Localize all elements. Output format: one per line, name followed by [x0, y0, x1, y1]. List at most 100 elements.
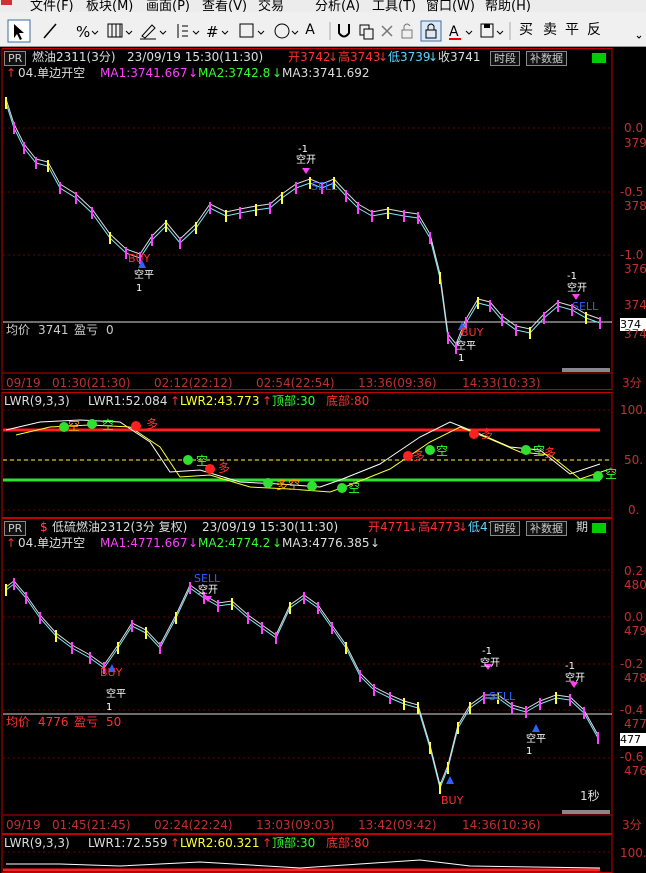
- panel1-low: 低3739: [388, 50, 431, 64]
- lwr1-frame: [1, 392, 613, 518]
- color-icon[interactable]: A: [449, 24, 473, 40]
- p1-time-label: 02:12(22:12): [154, 376, 233, 390]
- cover-marker: [446, 776, 454, 784]
- panel1-supplement-button[interactable]: 补数据: [526, 51, 567, 66]
- ma-line: [5, 98, 601, 345]
- menu-file[interactable]: 文件(F): [30, 0, 74, 12]
- panel2-countdown: 1秒: [580, 789, 600, 803]
- grid-icon[interactable]: [107, 23, 133, 38]
- hash-icon[interactable]: #: [206, 23, 229, 41]
- percent-icon[interactable]: %: [76, 23, 99, 41]
- magnet-icon[interactable]: [338, 24, 350, 38]
- low-sulfur-fuel-oil-price-chart[interactable]: [0, 518, 646, 834]
- toolbar-overflow-icon[interactable]: [636, 35, 642, 39]
- p1-axis-label: 374: [624, 327, 646, 341]
- lwr-signal-dot: [403, 451, 413, 461]
- p2-axis-label: -0.2: [620, 657, 644, 671]
- p2-time-label: 13:42(09:42): [358, 818, 437, 832]
- rect-icon[interactable]: [239, 23, 265, 38]
- reverse-button[interactable]: 反: [586, 20, 602, 40]
- panel2-open: 开4771: [368, 520, 411, 534]
- p2-time-label: 13:03(09:03): [256, 818, 335, 832]
- pointer-icon[interactable]: [7, 19, 31, 43]
- panel1-pr-button[interactable]: PR: [4, 51, 27, 66]
- menu-help[interactable]: 帮助(H): [485, 0, 531, 12]
- p2-time-label: 09/19: [6, 818, 41, 832]
- save-icon[interactable]: [480, 23, 504, 38]
- signal-short-open-label: 空开: [480, 658, 500, 669]
- signal-sell-label: SELL: [311, 180, 338, 193]
- panel2-pr-button[interactable]: PR: [4, 521, 27, 536]
- signal-buy-label: BUY: [128, 252, 151, 265]
- text-tool-button[interactable]: A: [300, 20, 320, 40]
- menu-window[interactable]: 窗口(W): [426, 0, 475, 12]
- panel1-title: 燃油2311(3分): [32, 50, 116, 64]
- panel2-ma3: MA3:4776.385: [282, 536, 370, 550]
- signal-cover-label: 空平: [106, 689, 126, 700]
- lwr-dot-label: 多: [146, 417, 159, 431]
- menu-sector[interactable]: 板块(M): [86, 0, 133, 12]
- delete-icon[interactable]: [381, 25, 393, 37]
- panel1-period-button[interactable]: 时段: [490, 51, 520, 66]
- pen-icon[interactable]: [140, 24, 167, 40]
- signal-short-open-label: 空开: [567, 283, 587, 294]
- p2-time-label: 02:24(22:24): [154, 818, 233, 832]
- menu-bar: 文件(F) 板块(M) 画面(P) 查看(V) 交易 分析(A) 工具(T) 窗…: [0, 0, 646, 12]
- lwr-dot-label: 多: [413, 449, 426, 463]
- panel2-indicator-name[interactable]: 04.单边开空: [18, 537, 85, 550]
- signal-sell-label: SELL: [572, 300, 599, 313]
- panel1-high: 高3743: [338, 50, 381, 64]
- menu-tools[interactable]: 工具(T): [372, 0, 416, 12]
- menu-screen[interactable]: 画面(P): [146, 0, 190, 12]
- panel1-close: 收3741: [438, 50, 481, 64]
- lwr2-value1: LWR1:72.559: [88, 836, 168, 850]
- bars-icon[interactable]: [177, 24, 200, 38]
- lwr-signal-dot: [87, 419, 97, 429]
- sell-button[interactable]: 卖: [542, 20, 558, 40]
- panel1-low-arrow: ↓: [428, 50, 439, 64]
- signal-cover-label: 空平: [134, 270, 154, 281]
- buy-button[interactable]: 买: [518, 20, 534, 40]
- circle-icon[interactable]: [274, 23, 299, 39]
- lwr1-name[interactable]: LWR(9,3,3): [4, 395, 70, 408]
- panel2-period-button[interactable]: 时段: [490, 521, 520, 536]
- svg-text:A: A: [449, 24, 459, 40]
- app-icon[interactable]: [0, 0, 14, 11]
- panel1-ma1-arrow: ↓: [188, 66, 199, 80]
- menu-view[interactable]: 查看(V): [202, 0, 247, 12]
- panel2-title: 低硫燃油2312(3分 复权): [52, 520, 188, 534]
- panel1-ma2-arrow: ↓: [272, 66, 283, 80]
- price-line: [5, 583, 599, 790]
- copy-icon[interactable]: [359, 24, 374, 40]
- lwr-signal-dot: [593, 471, 603, 481]
- panel1-ma1: MA1:3741.667: [100, 66, 188, 80]
- lock-open-icon[interactable]: [401, 23, 413, 39]
- p2-axis-label: 480: [624, 578, 646, 592]
- lwr1-value1-arrow: ↑: [170, 394, 181, 408]
- p2-axis-label: 477: [624, 717, 646, 731]
- up-arrow-icon: ↑: [6, 536, 17, 550]
- p1-axis-label: 0.0: [624, 121, 644, 135]
- panel2-header: PR $ 低硫燃油2312(3分 复权) 23/09/19 15:30(11:3…: [4, 520, 616, 536]
- p2-axis-label: 0.0: [624, 610, 644, 624]
- lwr-dot-label: 多空: [276, 478, 301, 492]
- panel2-supplement-button[interactable]: 补数据: [526, 521, 567, 536]
- p1-axis-label: 379: [624, 136, 646, 150]
- close-position-button[interactable]: 平: [564, 20, 580, 40]
- lwr2-name[interactable]: LWR(9,3,3): [4, 837, 70, 850]
- lwr2-top: 顶部:30: [272, 836, 316, 850]
- lwr-dot-label: 空: [196, 454, 209, 468]
- panel1-indicator-name[interactable]: 04.单边开空: [18, 67, 85, 80]
- lwr-dot-label: 空: [605, 467, 618, 481]
- panel1-avg-value: 3741: [38, 323, 69, 337]
- lwr2-value2-arrow: ↑: [262, 836, 273, 850]
- lock-icon[interactable]: [420, 20, 442, 42]
- line-icon[interactable]: [43, 23, 57, 39]
- scrollbar-thumb: [562, 368, 610, 372]
- menu-analysis[interactable]: 分析(A): [315, 0, 360, 12]
- panel2-datetime: 23/09/19 15:30(11:30): [202, 520, 339, 534]
- fuel-oil-price-chart[interactable]: [0, 48, 646, 390]
- panel2-high: 高4773: [418, 520, 461, 534]
- cover-marker: [532, 724, 540, 732]
- menu-trade[interactable]: 交易: [258, 0, 284, 12]
